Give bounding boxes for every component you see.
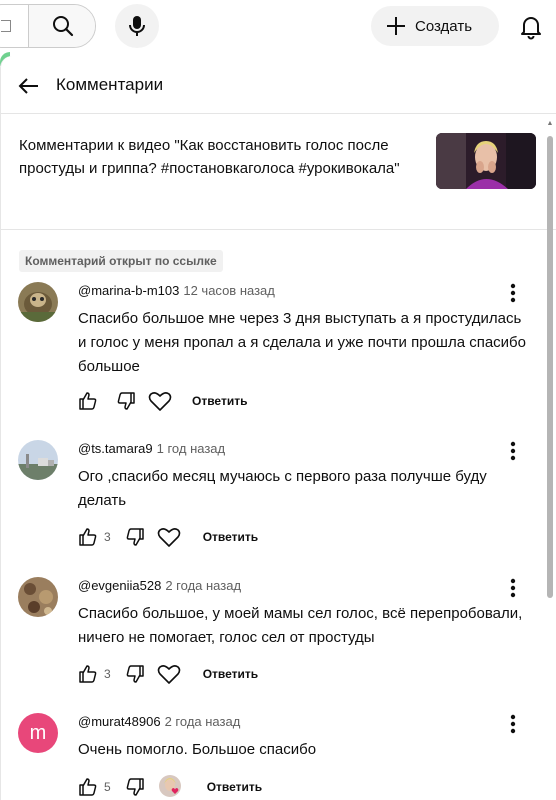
heart-button[interactable] (157, 662, 181, 686)
heart-icon (148, 392, 172, 411)
like-button[interactable] (76, 525, 100, 549)
search-box[interactable] (0, 4, 96, 48)
more-vert-icon (510, 441, 516, 461)
search-button[interactable] (28, 5, 95, 47)
arrow-left-icon (18, 78, 38, 94)
creator-avatar-icon (158, 775, 181, 797)
reply-button[interactable]: Ответить (207, 780, 262, 794)
dislike-button[interactable] (123, 525, 147, 549)
more-vert-icon (510, 578, 516, 598)
comment-time[interactable]: 2 года назад (165, 714, 241, 729)
comment-actions: 5 Ответить (76, 773, 262, 800)
comment-time[interactable]: 2 года назад (165, 578, 241, 593)
heart-button[interactable] (148, 389, 172, 413)
reply-button[interactable]: Ответить (192, 394, 247, 408)
dislike-button[interactable] (123, 662, 147, 686)
like-button[interactable] (76, 662, 100, 686)
back-button[interactable] (15, 72, 43, 100)
linked-comment-badge: Комментарий открыт по ссылке (19, 250, 223, 272)
keyboard-icon[interactable] (1, 20, 11, 32)
video-title-text: Комментарии к видео "Как восстановить го… (19, 137, 400, 177)
create-button-label: Создать (415, 17, 473, 35)
video-thumbnail[interactable] (436, 133, 536, 189)
thumb-up-icon (79, 665, 97, 683)
comment-text: Ого ,спасибо месяц мучаюсь с первого раз… (78, 468, 487, 509)
comment-time[interactable]: 1 год назад (157, 441, 225, 456)
thumb-up-icon (79, 778, 97, 796)
notifications-button[interactable] (516, 12, 546, 42)
like-count: 3 (104, 667, 111, 681)
like-count: 3 (104, 530, 111, 544)
reply-button[interactable]: Ответить (203, 667, 258, 681)
dislike-button[interactable] (123, 775, 147, 799)
comment-meta: @ts.tamara9 1 год назад (78, 441, 225, 456)
comment-menu-button[interactable] (502, 280, 524, 306)
thumb-up-icon (79, 528, 97, 546)
comment-meta: @marina-b-m103 12 часов назад (78, 283, 275, 298)
heart-icon (157, 528, 180, 547)
voice-search-button[interactable] (115, 4, 159, 48)
comment-actions: 3 Ответить (76, 660, 258, 688)
search-icon (52, 16, 73, 37)
create-button[interactable]: Создать (371, 6, 499, 46)
reply-button[interactable]: Ответить (203, 530, 258, 544)
comment-menu-button[interactable] (502, 438, 524, 464)
avatar[interactable] (18, 577, 58, 617)
comment-actions: Ответить (76, 387, 247, 415)
bell-icon (521, 17, 541, 40)
thumb-up-icon (79, 392, 97, 410)
heart-button[interactable] (157, 525, 181, 549)
more-vert-icon (510, 714, 516, 734)
like-count: 5 (104, 780, 111, 794)
top-bar: Создать (0, 0, 556, 52)
creator-heart-badge (157, 775, 185, 799)
comment-author[interactable]: @ts.tamara9 (78, 441, 153, 456)
avatar[interactable] (18, 282, 58, 322)
microphone-icon (129, 16, 145, 36)
thumb-down-icon (126, 528, 144, 546)
thumb-down-icon (126, 778, 144, 796)
like-button[interactable] (76, 775, 100, 799)
avatar-letter: m (29, 721, 47, 744)
avatar[interactable] (18, 440, 58, 480)
panel-title: Комментарии (56, 75, 164, 94)
comment-text: Спасибо большое, у моей мамы сел голос, … (78, 605, 523, 646)
avatar[interactable]: m (18, 713, 58, 753)
comment-actions: 3 Ответить (76, 523, 258, 551)
comment-author[interactable]: @evgeniia528 (78, 578, 161, 593)
dislike-button[interactable] (114, 389, 138, 413)
panel-header: Комментарии (1, 56, 556, 114)
heart-icon (157, 665, 180, 684)
comment-author[interactable]: @marina-b-m103 (78, 283, 179, 298)
comment-menu-button[interactable] (502, 711, 524, 737)
comment-meta: @evgeniia528 2 года назад (78, 578, 241, 593)
thumb-down-icon (117, 392, 135, 410)
comment-text: Очень помогло. Большое спасибо (78, 741, 317, 758)
more-vert-icon (510, 283, 516, 303)
comment-meta: @murat48906 2 года назад (78, 714, 240, 729)
like-button[interactable] (76, 389, 100, 413)
comment-text: Спасибо большое мне через 3 дня выступат… (78, 310, 526, 375)
comment-author[interactable]: @murat48906 (78, 714, 161, 729)
plus-icon (387, 17, 405, 35)
scrollbar-thumb[interactable] (547, 136, 553, 598)
scroll-up-arrow[interactable]: ▲ (546, 120, 554, 130)
comment-menu-button[interactable] (502, 575, 524, 601)
thumb-down-icon (126, 665, 144, 683)
comment-time[interactable]: 12 часов назад (183, 283, 275, 298)
